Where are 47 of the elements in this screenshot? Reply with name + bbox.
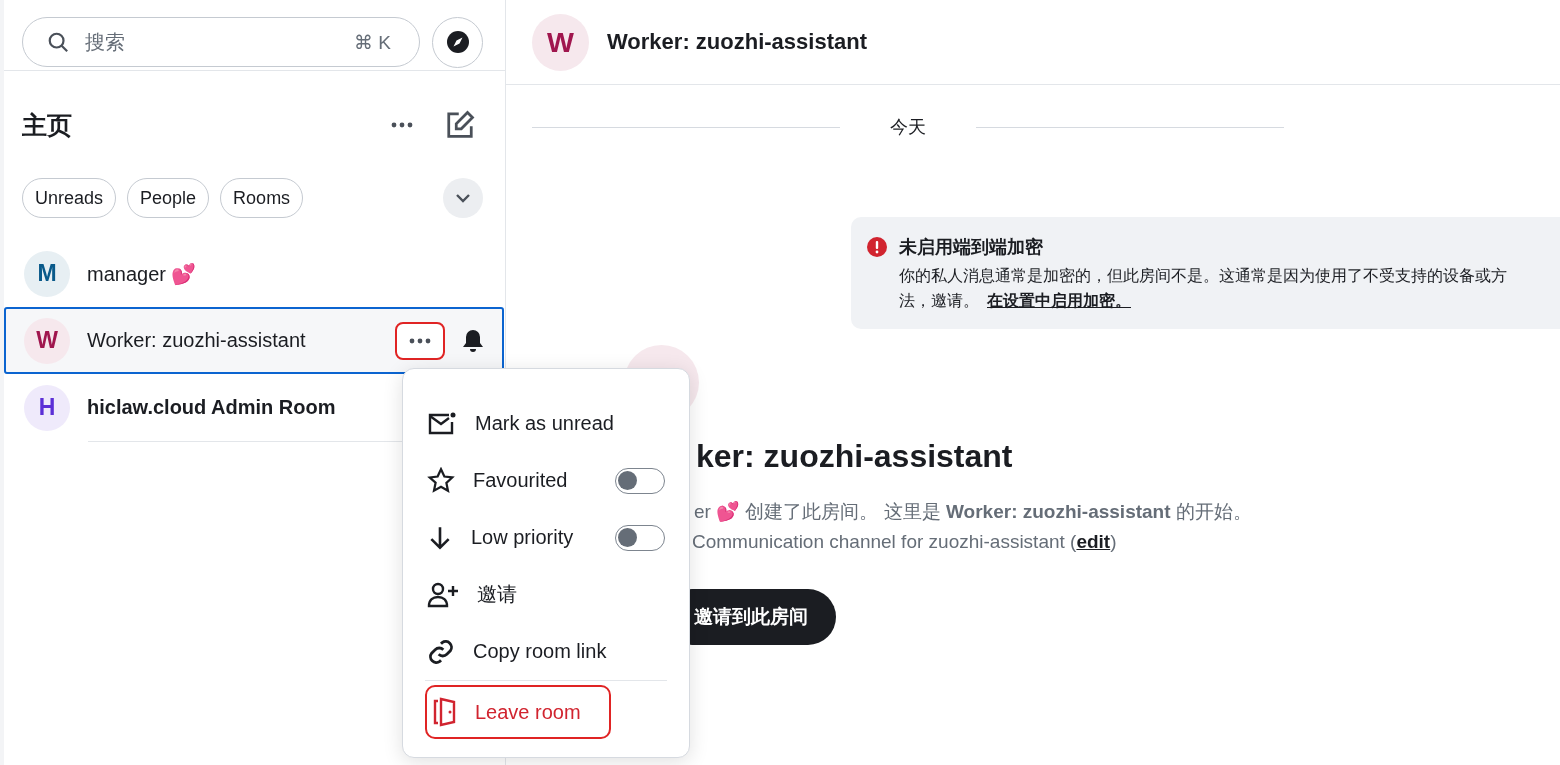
date-separator: 今天 <box>889 116 927 139</box>
toggle-switch[interactable] <box>615 467 665 494</box>
star-icon <box>427 467 455 494</box>
more-icon <box>391 122 413 128</box>
keyboard-shortcut: ⌘ K <box>354 30 391 54</box>
room-heading: ker: zuozhi-assistant <box>696 438 1014 475</box>
toggle-switch[interactable] <box>615 524 665 551</box>
search-icon <box>47 31 69 53</box>
home-title: 主页 <box>22 109 73 141</box>
room-avatar: H <box>24 384 70 431</box>
room-name: manager 💕 <box>87 261 198 286</box>
explore-button[interactable] <box>432 16 483 68</box>
notice-title: 未启用端到端加密 <box>899 236 1044 259</box>
creation-text: er 💕 创建了此房间。 这里是 Worker: zuozhi-assistant 的开始。 <box>694 500 1253 524</box>
room-options-button[interactable] <box>395 321 445 360</box>
filter-chip[interactable]: People <box>127 178 210 218</box>
settings-link[interactable]: 在设置中启用加密。 <box>987 292 1131 309</box>
error-icon <box>867 237 887 257</box>
menu-item[interactable]: Favourited <box>425 452 667 509</box>
link-icon <box>427 637 455 666</box>
room-name: Worker: zuozhi-assistant <box>87 329 307 352</box>
menu-item[interactable]: Copy room link <box>425 623 667 680</box>
compose-icon <box>445 110 475 140</box>
menu-item[interactable]: 邀请 <box>425 566 667 623</box>
search-placeholder: 搜索 <box>85 29 126 55</box>
room-item[interactable]: W Worker: zuozhi-assistant <box>4 307 504 374</box>
room-topic: Communication channel for zuozhi-assistant (edit) <box>692 531 1118 553</box>
filter-chip[interactable]: Rooms <box>220 178 304 218</box>
room-title: Worker: zuozhi-assistant <box>607 29 867 55</box>
chevron-down-icon <box>454 192 472 204</box>
notice-text: 你的私人消息通常是加密的，但此房间不是。这通常是因为使用了不受支持的设备或方法，邀请。 在设置中启用加密。 <box>899 266 1508 311</box>
bell-icon[interactable] <box>462 328 484 353</box>
room-avatar: M <box>24 250 70 297</box>
more-icon <box>409 337 431 344</box>
room-avatar: W <box>24 317 70 364</box>
search-field[interactable]: 搜索 ⌘ K <box>22 17 420 67</box>
expand-button[interactable] <box>443 178 483 218</box>
menu-item[interactable]: Low priority <box>425 509 667 566</box>
door-exit-icon <box>433 697 457 727</box>
leave-room-item[interactable]: Leave room <box>425 685 611 739</box>
edit-link[interactable]: edit <box>1076 531 1111 552</box>
filter-chip[interactable]: Unreads <box>22 178 117 218</box>
compass-icon <box>445 30 470 54</box>
room-avatar: W <box>532 13 589 71</box>
add-person-icon <box>427 581 459 608</box>
envelope-icon <box>427 411 457 436</box>
room-name: hiclaw.cloud Admin Room <box>87 396 337 419</box>
